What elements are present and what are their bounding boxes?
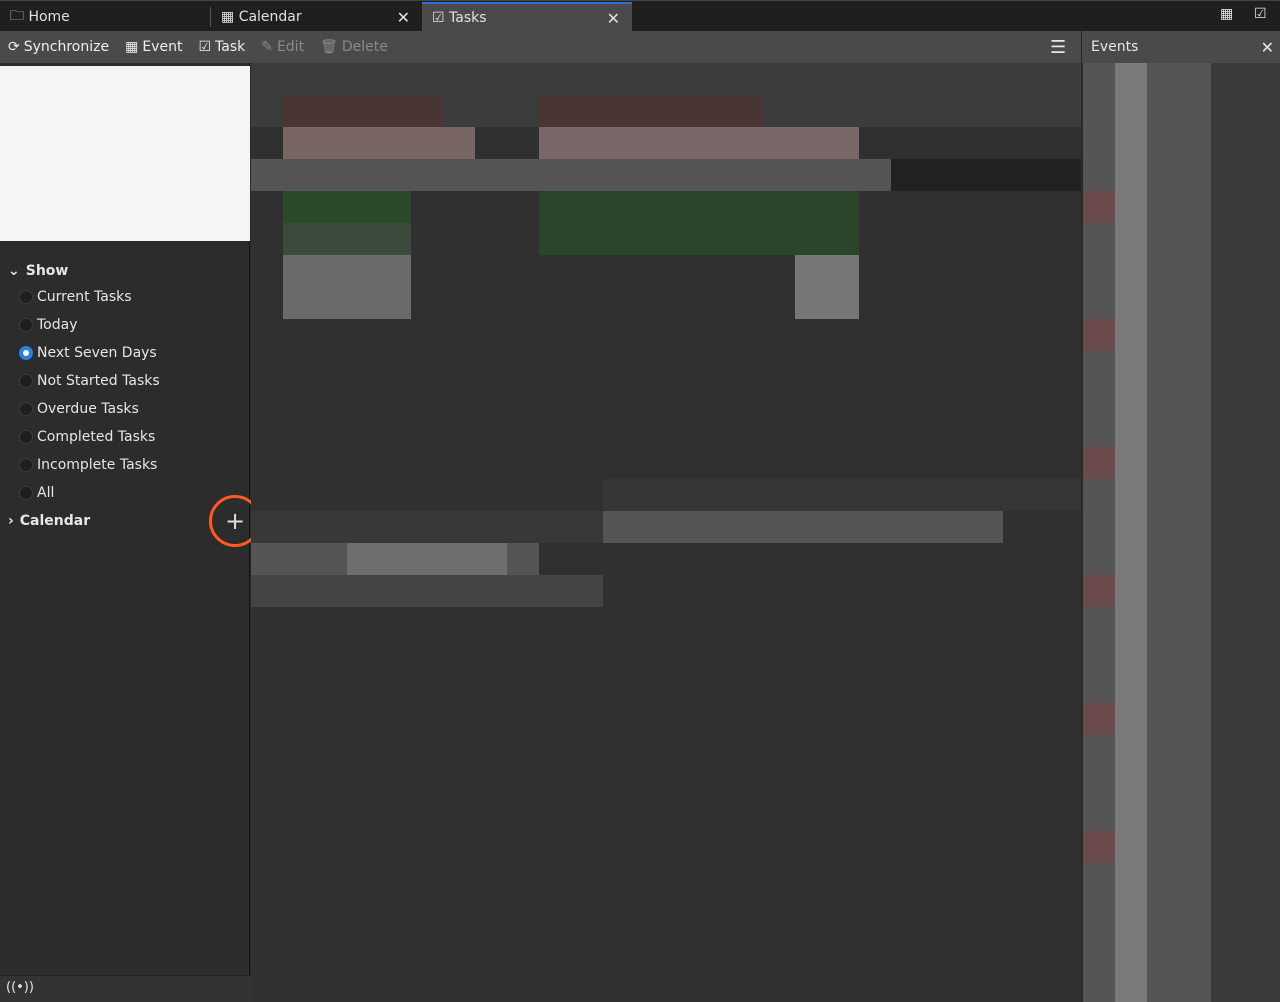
events-pane-header: Events ✕ bbox=[1081, 31, 1280, 63]
obscured-content bbox=[283, 223, 411, 255]
tab-bar: 🗀 Home ▦ Calendar ✕ ☑ Tasks ✕ ▦ ☑ bbox=[0, 0, 1280, 32]
obscured-content bbox=[347, 543, 507, 575]
close-icon[interactable]: ✕ bbox=[397, 8, 410, 27]
synchronize-button[interactable]: ⟳ Synchronize bbox=[8, 39, 109, 55]
chevron-down-icon: ⌄ bbox=[8, 263, 20, 279]
edit-button[interactable]: ✎ Edit bbox=[261, 39, 304, 55]
tab-home[interactable]: 🗀 Home bbox=[0, 2, 210, 32]
menu-icon[interactable]: ☰ bbox=[1050, 37, 1066, 58]
filter-option[interactable]: All bbox=[19, 485, 54, 501]
new-task-button[interactable]: ☑ Task bbox=[198, 39, 245, 55]
tab-tasks[interactable]: ☑ Tasks ✕ bbox=[422, 2, 632, 32]
events-list[interactable] bbox=[1083, 63, 1280, 1002]
obscured-content bbox=[795, 255, 859, 319]
obscured-content bbox=[1083, 191, 1115, 223]
radio-button[interactable] bbox=[19, 402, 33, 416]
obscured-content bbox=[1211, 63, 1280, 1002]
filter-option[interactable]: Incomplete Tasks bbox=[19, 457, 157, 473]
obscured-content bbox=[603, 479, 1081, 511]
obscured-content bbox=[283, 127, 475, 159]
close-icon[interactable]: ✕ bbox=[1261, 38, 1274, 57]
obscured-content bbox=[283, 255, 411, 319]
obscured-content bbox=[251, 575, 603, 607]
radio-button[interactable] bbox=[19, 486, 33, 500]
obscured-content bbox=[283, 95, 443, 127]
calendar-icon: ▦ bbox=[221, 9, 239, 25]
obscured-content bbox=[1083, 575, 1115, 607]
obscured-content bbox=[539, 191, 859, 255]
filter-option[interactable]: Current Tasks bbox=[19, 289, 132, 305]
new-task-icon: ☑ bbox=[198, 39, 211, 55]
calendar-icon[interactable]: ▦ bbox=[1220, 6, 1233, 22]
sync-icon: ⟳ bbox=[8, 39, 20, 55]
radio-button[interactable] bbox=[19, 374, 33, 388]
radio-button[interactable] bbox=[19, 318, 33, 332]
radio-button[interactable] bbox=[19, 290, 33, 304]
toolbar: ⟳ Synchronize ▦ Event ☑ Task ✎ Edit 🗑 Delete … bbox=[0, 31, 1081, 63]
online-status-icon[interactable]: ((•)) bbox=[6, 980, 34, 995]
obscured-content bbox=[603, 511, 1003, 543]
obscured-content bbox=[539, 127, 859, 159]
chevron-right-icon: › bbox=[8, 513, 14, 529]
filter-option[interactable]: Completed Tasks bbox=[19, 429, 155, 445]
obscured-content bbox=[283, 191, 411, 223]
radio-button[interactable] bbox=[19, 458, 33, 472]
filter-option[interactable]: Not Started Tasks bbox=[19, 373, 160, 389]
mini-calendar[interactable] bbox=[0, 66, 250, 241]
tasks-icon: ☑ bbox=[432, 10, 450, 26]
tasks-icon[interactable]: ☑ bbox=[1254, 6, 1267, 22]
filter-option[interactable]: Today bbox=[19, 317, 78, 333]
trash-icon: 🗑 bbox=[320, 39, 338, 55]
show-section-header[interactable]: ⌄ Show bbox=[8, 263, 68, 279]
obscured-content bbox=[251, 511, 603, 543]
radio-button[interactable] bbox=[19, 430, 33, 444]
obscured-content bbox=[1083, 831, 1115, 863]
obscured-content bbox=[1083, 447, 1115, 479]
task-list[interactable] bbox=[251, 63, 1081, 1002]
tab-calendar[interactable]: ▦ Calendar ✕ bbox=[211, 2, 422, 32]
close-icon[interactable]: ✕ bbox=[607, 9, 620, 28]
obscured-content bbox=[891, 159, 1081, 191]
filter-option[interactable]: Next Seven Days bbox=[19, 345, 157, 361]
folder-icon: 🗀 bbox=[10, 8, 29, 24]
calendar-section-header[interactable]: › Calendar bbox=[8, 513, 90, 529]
radio-button[interactable] bbox=[19, 346, 33, 360]
obscured-content bbox=[539, 95, 763, 127]
new-event-icon: ▦ bbox=[125, 39, 139, 55]
events-title: Events bbox=[1091, 39, 1139, 55]
obscured-content bbox=[1083, 703, 1115, 735]
pencil-icon: ✎ bbox=[261, 39, 273, 55]
delete-button[interactable]: 🗑 Delete bbox=[320, 39, 388, 55]
new-event-button[interactable]: ▦ Event bbox=[125, 39, 182, 55]
status-bar: ((•)) bbox=[0, 975, 252, 1002]
filter-option[interactable]: Overdue Tasks bbox=[19, 401, 139, 417]
obscured-content bbox=[1083, 319, 1115, 351]
plus-icon: + bbox=[224, 507, 246, 535]
obscured-content bbox=[1115, 63, 1147, 1002]
